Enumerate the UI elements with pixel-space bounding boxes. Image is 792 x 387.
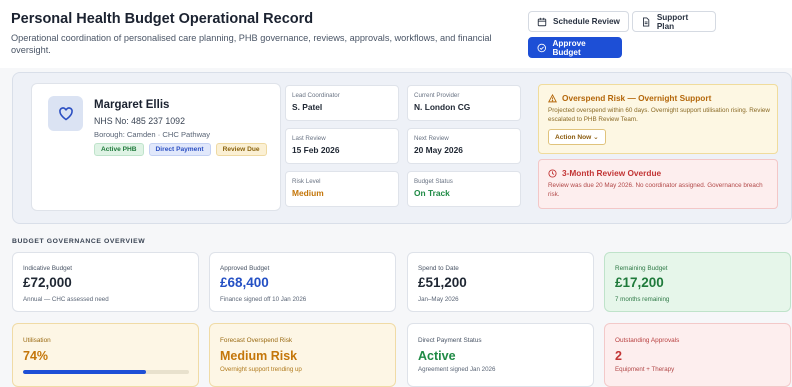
forecast-overspend-card: Forecast Overspend Risk Medium Risk Over… bbox=[209, 323, 396, 387]
lead-coordinator-field: Lead Coordinator S. Patel bbox=[285, 85, 399, 121]
check-circle-icon bbox=[537, 43, 546, 52]
card-subtext: 7 months remaining bbox=[615, 296, 670, 303]
approved-budget-card: Approved Budget £68,400 Finance signed o… bbox=[209, 252, 396, 312]
card-value: Active bbox=[418, 349, 456, 363]
utilisation-progress-bar bbox=[23, 370, 189, 374]
overspend-alert: Overspend Risk — Overnight Support Proje… bbox=[538, 84, 778, 154]
card-label: Approved Budget bbox=[220, 265, 270, 272]
card-value: £51,200 bbox=[418, 275, 467, 290]
schedule-review-label: Schedule Review bbox=[553, 17, 620, 26]
action-now-button[interactable]: Action Now ⌄ bbox=[548, 129, 606, 145]
patient-borough: Borough: Camden · CHC Pathway bbox=[94, 130, 211, 139]
field-value: Medium bbox=[292, 188, 324, 198]
card-label: Spend to Date bbox=[418, 265, 459, 272]
progress-fill bbox=[23, 370, 146, 374]
status-badge: Direct Payment bbox=[148, 143, 211, 156]
schedule-review-button[interactable]: Schedule Review bbox=[528, 11, 629, 32]
alert-text: Review was due 20 May 2026. No coordinat… bbox=[548, 182, 763, 198]
spend-to-date-card: Spend to Date £51,200 Jan–May 2026 bbox=[407, 252, 594, 312]
patient-name: Margaret Ellis bbox=[94, 99, 170, 111]
card-label: Remaining Budget bbox=[615, 265, 668, 272]
alert-title-text: 3-Month Review Overdue bbox=[562, 168, 662, 178]
next-review-field: Next Review 20 May 2026 bbox=[407, 128, 521, 164]
card-value: 2 bbox=[615, 349, 622, 363]
card-subtext: Overnight support trending up bbox=[220, 366, 302, 373]
document-icon bbox=[643, 16, 650, 27]
clock-icon bbox=[548, 168, 557, 178]
field-label: Next Review bbox=[414, 135, 449, 142]
avatar bbox=[48, 96, 83, 131]
page-subtitle: Operational coordination of personalised… bbox=[11, 33, 492, 55]
indicative-budget-card: Indicative Budget £72,000 Annual — CHC a… bbox=[12, 252, 199, 312]
risk-level-field: Risk Level Medium bbox=[285, 171, 399, 207]
patient-badges: Active PHB Direct Payment Review Due bbox=[94, 143, 267, 156]
field-value: S. Patel bbox=[292, 102, 323, 112]
alert-title: 3-Month Review Overdue bbox=[548, 168, 661, 178]
field-label: Risk Level bbox=[292, 178, 321, 185]
utilisation-card: Utilisation 74% bbox=[12, 323, 199, 387]
status-badge: Active PHB bbox=[94, 143, 144, 156]
support-plan-label: Support Plan bbox=[656, 12, 689, 31]
alert-text: Projected overspend within 60 days. Over… bbox=[548, 107, 770, 123]
card-value: £68,400 bbox=[220, 275, 269, 290]
card-label: Utilisation bbox=[23, 337, 51, 344]
page-header: Personal Health Budget Operational Recor… bbox=[0, 0, 792, 68]
alert-title: Overspend Risk — Overnight Support bbox=[548, 93, 711, 103]
section-title: BUDGET GOVERNANCE OVERVIEW bbox=[12, 238, 146, 245]
review-overdue-alert: 3-Month Review Overdue Review was due 20… bbox=[538, 159, 778, 209]
card-subtext: Finance signed off 10 Jan 2026 bbox=[220, 296, 307, 303]
budget-status-field: Budget Status On Track bbox=[407, 171, 521, 207]
heart-icon bbox=[58, 106, 73, 120]
card-subtext: Agreement signed Jan 2026 bbox=[418, 366, 496, 373]
field-label: Current Provider bbox=[414, 92, 460, 99]
card-value: £17,200 bbox=[615, 275, 664, 290]
card-label: Indicative Budget bbox=[23, 265, 73, 272]
field-label: Budget Status bbox=[414, 178, 453, 185]
direct-payment-card: Direct Payment Status Active Agreement s… bbox=[407, 323, 594, 387]
last-review-field: Last Review 15 Feb 2026 bbox=[285, 128, 399, 164]
card-label: Direct Payment Status bbox=[418, 337, 482, 344]
approve-budget-button[interactable]: Approve Budget bbox=[528, 37, 622, 58]
support-plan-button[interactable]: Support Plan bbox=[632, 11, 716, 32]
card-value: Medium Risk bbox=[220, 349, 298, 363]
field-value: N. London CG bbox=[414, 102, 471, 112]
current-provider-field: Current Provider N. London CG bbox=[407, 85, 521, 121]
alert-title-text: Overspend Risk — Overnight Support bbox=[562, 93, 712, 103]
patient-nhs-number: NHS No: 485 237 1092 bbox=[94, 116, 185, 126]
field-value: 20 May 2026 bbox=[414, 145, 463, 155]
outstanding-approvals-card: Outstanding Approvals 2 Equipment + Ther… bbox=[604, 323, 791, 387]
card-value: 74% bbox=[23, 349, 49, 363]
card-value: £72,000 bbox=[23, 275, 72, 290]
field-value: On Track bbox=[414, 188, 450, 198]
approve-budget-label: Approve Budget bbox=[552, 38, 586, 57]
field-label: Lead Coordinator bbox=[292, 92, 340, 99]
patient-identity: Margaret Ellis NHS No: 485 237 1092 Boro… bbox=[31, 83, 281, 211]
field-label: Last Review bbox=[292, 135, 326, 142]
status-badge: Review Due bbox=[215, 143, 267, 156]
remaining-budget-card: Remaining Budget £17,200 7 months remain… bbox=[604, 252, 791, 312]
calendar-icon bbox=[537, 17, 547, 26]
card-subtext: Jan–May 2026 bbox=[418, 296, 459, 303]
card-label: Outstanding Approvals bbox=[615, 337, 680, 344]
warning-icon bbox=[548, 93, 557, 102]
field-value: 15 Feb 2026 bbox=[292, 145, 340, 155]
page-title: Personal Health Budget Operational Recor… bbox=[11, 11, 314, 27]
card-subtext: Equipment + Therapy bbox=[615, 366, 675, 373]
card-subtext: Annual — CHC assessed need bbox=[23, 296, 109, 303]
card-label: Forecast Overspend Risk bbox=[220, 337, 293, 344]
